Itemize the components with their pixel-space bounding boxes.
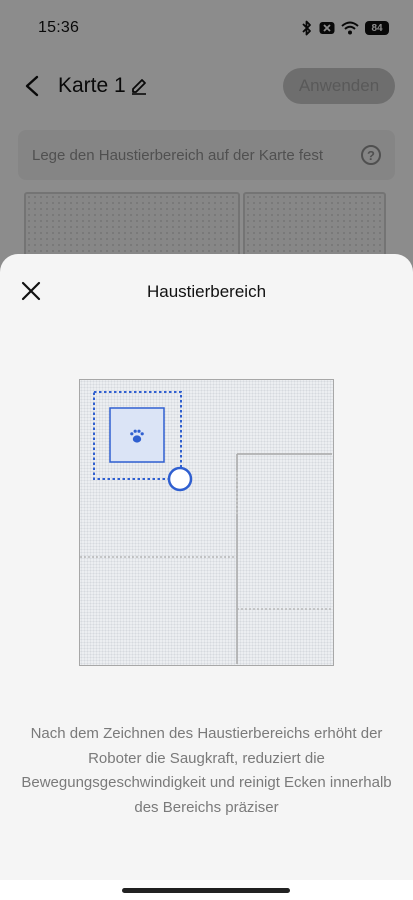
pet-zone bbox=[109, 407, 165, 463]
pet-area-sheet: Haustierbereich Nach dem Zeichnen des Ha… bbox=[0, 254, 413, 900]
pet-area-illustration bbox=[79, 379, 334, 666]
resize-handle bbox=[167, 466, 193, 492]
description-text: Nach dem Zeichnen des Haustierbereichs e… bbox=[21, 725, 392, 816]
home-indicator[interactable] bbox=[122, 888, 290, 893]
sheet-title: Haustierbereich bbox=[146, 282, 267, 301]
illustration-graphic bbox=[80, 391, 332, 664]
